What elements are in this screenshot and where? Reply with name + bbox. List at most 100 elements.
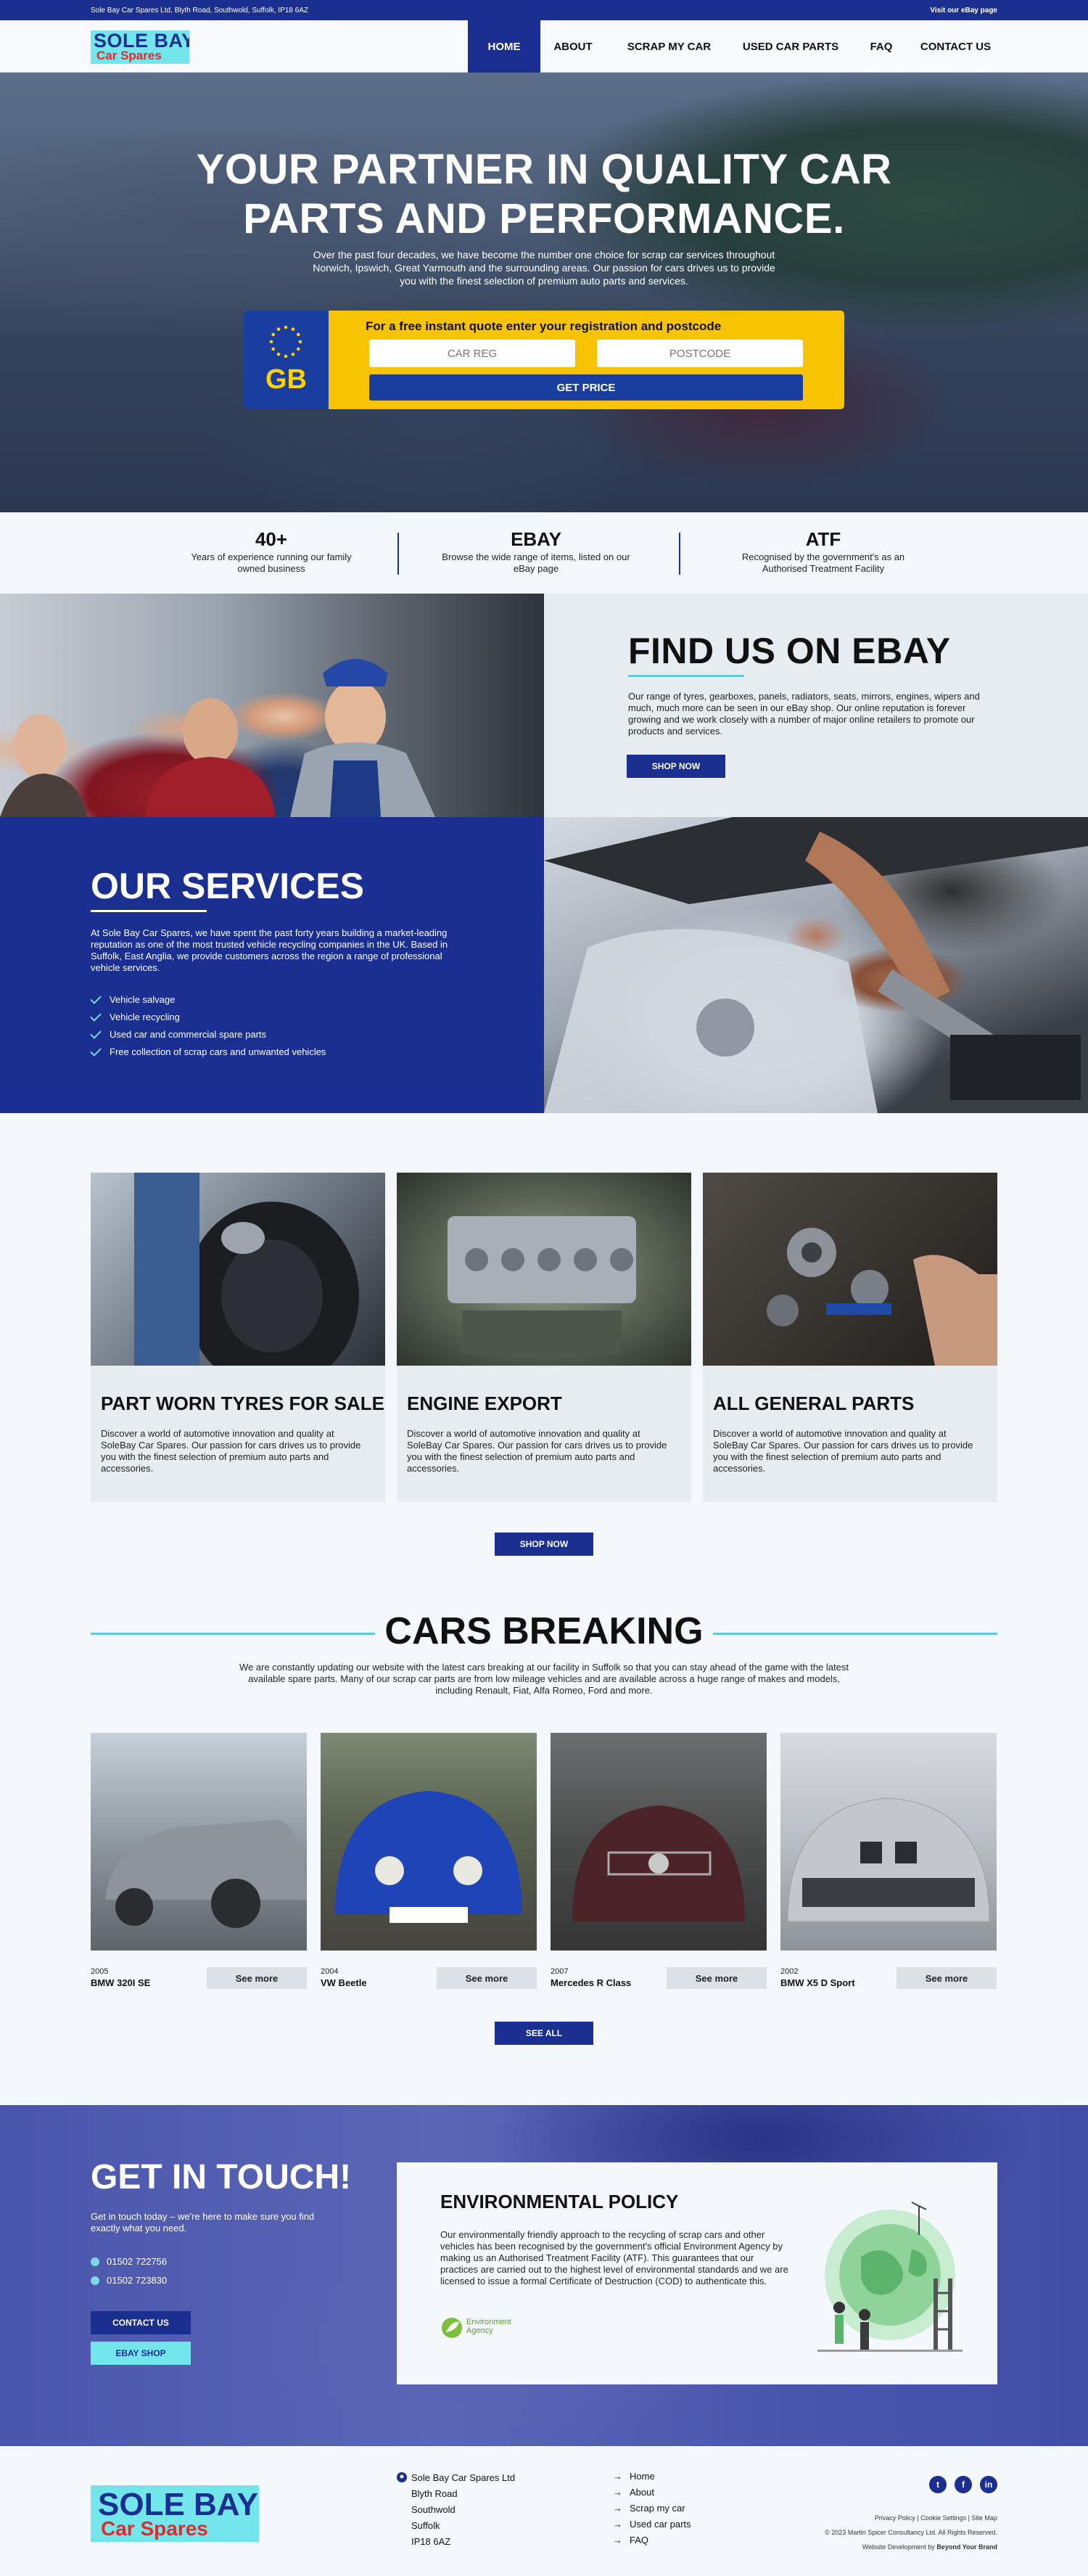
footer-link-scrap-my-car[interactable]: → Scrap my car: [613, 2503, 685, 2514]
photo-illustration: [767, 1228, 997, 1366]
linkedin-icon[interactable]: in: [980, 2476, 997, 2493]
photo-illustration: [105, 1820, 307, 1928]
card-text: Discover a world of automotive innovatio…: [713, 1428, 973, 1474]
footer-link-faq[interactable]: → FAQ: [613, 2535, 648, 2546]
environment-agency-logo: Environment Agency: [440, 2313, 527, 2344]
car-year: 2005: [91, 1967, 109, 1976]
engine-photo: [397, 1173, 691, 1366]
gb-label: GB: [265, 364, 307, 395]
env-title: ENVIRONMENTAL POLICY: [440, 2191, 679, 2212]
car-name: BMW X5 D Sport: [780, 1977, 855, 1988]
arrow-right-icon: →: [613, 2487, 622, 2498]
leaf-icon: [442, 2318, 462, 2338]
our-services-section: OUR SERVICES At Sole Bay Car Spares, we …: [0, 817, 544, 1113]
see-more-button[interactable]: See more: [437, 1967, 537, 1989]
card-title: ENGINE EXPORT: [407, 1392, 562, 1414]
cards-shop-now-button[interactable]: SHOP NOW: [495, 1533, 593, 1556]
env-text: Our environmentally friendly approach to…: [440, 2229, 788, 2286]
hero-subtitle: Over the past four decades, we have beco…: [313, 249, 775, 287]
footer-link-used-car-parts[interactable]: → Used car parts: [613, 2519, 691, 2530]
cars-breaking-title: CARS BREAKING: [384, 1610, 704, 1652]
ebay-text: Our range of tyres, gearboxes, panels, r…: [628, 691, 980, 737]
developer-credit[interactable]: Website Development by Beyond Your Brand: [862, 2543, 997, 2551]
twitter-icon[interactable]: t: [929, 2476, 947, 2493]
footer-link-home[interactable]: → Home: [613, 2471, 655, 2482]
contact-us-button[interactable]: CONTACT US: [91, 2311, 191, 2334]
parts-photo: [703, 1173, 997, 1366]
footer-link-about[interactable]: → About: [613, 2487, 654, 2498]
see-all-button[interactable]: SEE ALL: [495, 2022, 593, 2045]
nav-contact-us[interactable]: CONTACT US: [914, 20, 997, 73]
stat-value: EBAY: [511, 528, 561, 550]
nav-home[interactable]: HOME: [468, 20, 540, 73]
postcode-input[interactable]: [597, 340, 803, 367]
gb-plate-badge: GB: [244, 311, 329, 409]
hero-section: YOUR PARTNER IN QUALITY CAR PARTS AND PE…: [0, 73, 1088, 512]
environmental-policy-card: ENVIRONMENTAL POLICY Our environmentally…: [397, 2162, 997, 2384]
stat-caption: Browse the wide range of items, listed o…: [442, 551, 630, 574]
car-name: Mercedes R Class: [551, 1977, 632, 1988]
footer-address-line: Sole Bay Car Spares Ltd: [411, 2472, 516, 2483]
stat-experience: 40+ Years of experience running our fami…: [162, 528, 380, 575]
nav-scrap-my-car[interactable]: SCRAP MY CAR: [617, 20, 722, 73]
engine-export-card[interactable]: ENGINE EXPORT Discover a world of automo…: [397, 1173, 691, 1502]
check-icon: [90, 992, 102, 1004]
car-year: 2007: [551, 1967, 569, 1976]
photo-illustration: [544, 817, 1088, 1113]
stats-bar: 40+ Years of experience running our fami…: [0, 512, 1088, 594]
location-pin-icon: [397, 2472, 407, 2482]
card-text: Discover a world of automotive innovatio…: [407, 1428, 667, 1474]
footer-logo[interactable]: SOLE BAY Car Spares: [91, 2485, 259, 2542]
nav-used-car-parts[interactable]: USED CAR PARTS: [733, 20, 849, 73]
car-photo: [780, 1733, 997, 1951]
hero-title-line1: YOUR PARTNER IN QUALITY CAR: [196, 146, 892, 193]
footer-address-line: Blyth Road: [411, 2488, 458, 2499]
car-photo: [321, 1733, 537, 1951]
facebook-icon[interactable]: f: [955, 2476, 972, 2493]
touch-text: Get in touch today – we're here to make …: [91, 2211, 315, 2234]
service-label: Vehicle salvage: [110, 994, 176, 1005]
phone-1[interactable]: 01502 722756: [91, 2256, 167, 2267]
green-earth-illustration: [817, 2202, 963, 2352]
site-logo[interactable]: SOLE BAY Car Spares: [91, 30, 189, 64]
footer-link-label: Home: [630, 2471, 655, 2482]
general-parts-card[interactable]: ALL GENERAL PARTS Discover a world of au…: [703, 1173, 997, 1502]
nav-about[interactable]: ABOUT: [540, 20, 606, 73]
footer-link-label: Used car parts: [630, 2519, 691, 2530]
see-more-button[interactable]: See more: [897, 1967, 997, 1989]
footer-address-line: IP18 6AZ: [411, 2536, 451, 2547]
phone-icon: [91, 2257, 99, 2266]
top-bar-address: Sole Bay Car Spares Ltd, Blyth Road, Sou…: [91, 7, 308, 15]
ebay-shop-button[interactable]: EBAY SHOP: [91, 2342, 191, 2365]
nav-faq[interactable]: FAQ: [856, 20, 907, 73]
service-label: Used car and commercial spare parts: [110, 1029, 267, 1040]
footer-address-line: Suffolk: [411, 2520, 440, 2531]
footer-link-label: FAQ: [630, 2535, 649, 2546]
service-item: Used car and commercial spare parts: [90, 1027, 267, 1040]
developer-prefix: Website Development by: [862, 2543, 935, 2551]
legal-links[interactable]: Privacy Policy | Cookie Settings | Site …: [875, 2514, 997, 2522]
car-reg-input[interactable]: [369, 340, 575, 367]
title-underline: [91, 910, 207, 912]
stat-divider: [397, 533, 399, 575]
stat-divider: [679, 533, 680, 575]
ebay-page-link[interactable]: Visit our eBay page: [930, 7, 997, 15]
arrow-right-icon: →: [613, 2535, 622, 2546]
photo-illustration: [335, 1791, 522, 1923]
service-item: Vehicle salvage: [90, 992, 176, 1005]
stat-caption: Years of experience running our family o…: [191, 551, 352, 574]
engine-repair-photo: [544, 817, 1088, 1113]
see-more-button[interactable]: See more: [667, 1967, 767, 1989]
phone-2[interactable]: 01502 723830: [91, 2275, 167, 2286]
car-name: VW Beetle: [321, 1977, 367, 1988]
touch-title: GET IN TOUCH!: [91, 2158, 352, 2196]
ebay-title: FIND US ON EBAY: [628, 631, 951, 671]
top-bar: Sole Bay Car Spares Ltd, Blyth Road, Sou…: [0, 0, 1088, 20]
tyres-photo: [91, 1173, 385, 1366]
cars-breaking-text: We are constantly updating our website w…: [239, 1662, 849, 1696]
arrow-right-icon: →: [613, 2503, 622, 2514]
get-price-button[interactable]: GET PRICE: [369, 374, 803, 401]
see-more-button[interactable]: See more: [207, 1967, 307, 1989]
tyres-card[interactable]: PART WORN TYRES FOR SALE Discover a worl…: [91, 1173, 385, 1502]
ebay-shop-now-button[interactable]: SHOP NOW: [627, 755, 725, 778]
